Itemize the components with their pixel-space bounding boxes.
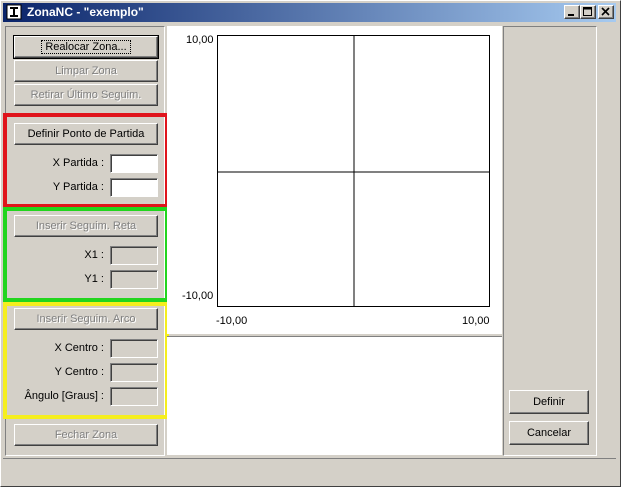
y-min-label: -10,00: [182, 290, 214, 302]
x-min-label: -10,00: [216, 315, 248, 327]
y1-label: Y1 :: [84, 273, 104, 285]
inserir-seguim-reta-button[interactable]: Inserir Seguim. Reta: [14, 215, 158, 237]
inserir-seguim-arco-button[interactable]: Inserir Seguim. Arco: [14, 308, 158, 330]
angulo-field[interactable]: [110, 387, 158, 406]
y1-field[interactable]: [110, 270, 158, 289]
x-centro-field[interactable]: [110, 339, 158, 358]
plot-area[interactable]: 10,00 -10,00 -10,00 10,00: [167, 26, 502, 334]
y-centro-label: Y Centro :: [54, 366, 104, 378]
limpar-zona-button[interactable]: Limpar Zona: [14, 60, 158, 82]
y-partida-label: Y Partida :: [52, 181, 104, 193]
close-button[interactable]: [598, 5, 614, 19]
window-title: ZonaNC - "exemplo": [27, 5, 144, 19]
x-centro-label: X Centro :: [54, 342, 104, 354]
y-centro-field[interactable]: [110, 363, 158, 382]
retirar-ultimo-seguim-button[interactable]: Retirar Último Seguim.: [14, 84, 158, 106]
plot-canvas[interactable]: [167, 26, 502, 334]
fechar-zona-button[interactable]: Fechar Zona: [14, 424, 158, 446]
definir-button[interactable]: Definir: [509, 390, 589, 414]
y-max-label: 10,00: [186, 34, 214, 46]
cancelar-button[interactable]: Cancelar: [509, 421, 589, 445]
realocar-zona-label: Realocar Zona...: [41, 40, 131, 54]
y-partida-field[interactable]: [110, 178, 158, 197]
x-partida-label: X Partida :: [52, 157, 104, 169]
app-icon[interactable]: [6, 4, 22, 20]
definir-ponto-partida-button[interactable]: Definir Ponto de Partida: [14, 123, 158, 145]
x-max-label: 10,00: [462, 315, 490, 327]
angulo-label: Ângulo [Graus] :: [24, 390, 105, 402]
maximize-icon: [583, 7, 592, 16]
output-area[interactable]: [167, 336, 502, 455]
maximize-button[interactable]: [580, 5, 596, 19]
realocar-zona-button[interactable]: Realocar Zona...: [13, 35, 159, 59]
status-bar: [3, 458, 616, 483]
x1-field[interactable]: [110, 246, 158, 265]
close-icon: [601, 7, 610, 16]
x-partida-field[interactable]: [110, 154, 158, 173]
title-bar[interactable]: ZonaNC - "exemplo": [3, 3, 616, 22]
minimize-icon: [568, 14, 574, 16]
x1-label: X1 :: [84, 249, 104, 261]
minimize-button[interactable]: [564, 5, 580, 19]
